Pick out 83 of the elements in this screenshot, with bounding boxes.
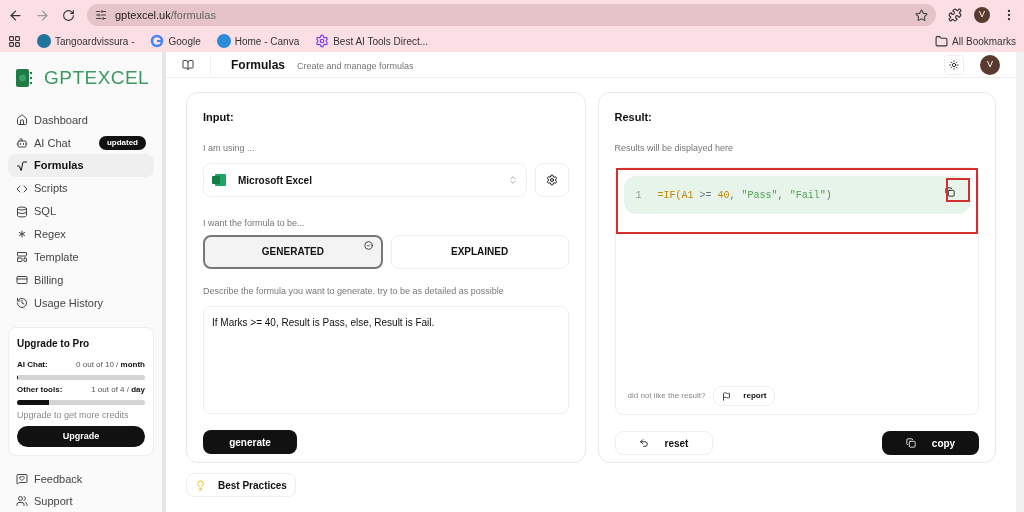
- generate-button[interactable]: generate: [203, 430, 297, 454]
- nav-item[interactable]: Feedback: [8, 468, 154, 490]
- wordpress-icon: [37, 34, 51, 48]
- quota-value: 0 out of 10 / month: [76, 358, 145, 371]
- field-label: Describe the formula you want to generate. try to be as detailed as possible: [203, 284, 505, 298]
- nav-item[interactable]: Formulas: [8, 154, 154, 178]
- all-bookmarks-item[interactable]: All Bookmarks: [935, 33, 1016, 49]
- app-select[interactable]: Microsoft Excel: [203, 163, 527, 197]
- formula-code: =IF(A1 >= 40, "Pass", "Fail"): [657, 188, 832, 203]
- nav-item[interactable]: AI Chat updated: [8, 131, 154, 155]
- report-button[interactable]: report: [713, 386, 776, 406]
- line-number: 1: [635, 188, 642, 203]
- chat-heart-icon: [16, 473, 28, 485]
- history-icon: [16, 297, 28, 310]
- sun-icon: [949, 59, 959, 70]
- quota-label: AI Chat:: [17, 358, 48, 371]
- reset-button[interactable]: reset: [614, 431, 713, 455]
- bookmark-item[interactable]: Google: [150, 33, 201, 49]
- bot-icon: [16, 136, 28, 149]
- url-text: gptexcel.uk/formulas: [115, 7, 217, 23]
- description-field[interactable]: If Marks >= 40, Result is Pass, else, Result is Fail.: [203, 306, 569, 414]
- copy-icon: [905, 438, 916, 448]
- page-title: Formulas: [231, 56, 285, 74]
- quota-label: Other tools:: [17, 383, 63, 396]
- bookmark-item[interactable]: Home - Canva: [216, 33, 300, 49]
- chevrons-icon: [507, 175, 518, 185]
- nav-item[interactable]: Dashboard: [8, 108, 154, 132]
- upgrade-title: Upgrade to Pro: [17, 336, 91, 351]
- upgrade-button[interactable]: Upgrade: [17, 426, 145, 447]
- check-icon: [363, 240, 373, 250]
- theme-toggle[interactable]: [944, 54, 964, 75]
- updated-badge: updated: [98, 135, 146, 150]
- canva-icon: [216, 34, 231, 48]
- lightbulb-icon: [195, 479, 206, 491]
- nav-item[interactable]: Usage History: [8, 291, 154, 315]
- address-bar[interactable]: gptexcel.uk/formulas: [87, 4, 936, 26]
- copy-button[interactable]: copy: [882, 431, 979, 455]
- undo-icon: [638, 438, 649, 448]
- nav-item[interactable]: Billing: [8, 268, 154, 292]
- square-root-icon: [16, 159, 28, 172]
- mode-toggle[interactable]: EXPLAINED: [390, 234, 569, 269]
- nav-item[interactable]: Template: [8, 245, 154, 269]
- field-label: I want the formula to be...: [203, 217, 306, 230]
- result-hint: Results will be displayed here: [614, 141, 735, 155]
- users-icon: [16, 495, 28, 507]
- site-settings-icon[interactable]: [95, 9, 107, 21]
- flag-icon: [722, 391, 732, 401]
- logo-text: GPTEXCEL: [44, 66, 150, 90]
- profile-avatar[interactable]: V: [974, 7, 990, 23]
- book-icon[interactable]: [182, 58, 194, 71]
- back-icon[interactable]: [8, 7, 23, 23]
- database-icon: [16, 205, 28, 218]
- settings-button[interactable]: [534, 163, 569, 197]
- bookmark-item[interactable]: Tangoardvissura -: [37, 33, 135, 49]
- card-title: Result:: [614, 110, 653, 125]
- user-avatar[interactable]: V: [980, 54, 1000, 75]
- field-label: I am using ...: [203, 141, 256, 155]
- gear-icon: [315, 34, 330, 48]
- bookmark-star-icon[interactable]: [915, 8, 928, 22]
- reload-icon[interactable]: [62, 8, 75, 22]
- credit-card-icon: [16, 274, 28, 287]
- folder-icon: [935, 34, 949, 48]
- settings-icon: [545, 174, 558, 186]
- bookmark-item[interactable]: Best AI Tools Direct...: [315, 33, 429, 49]
- nav-item[interactable]: Scripts: [8, 177, 154, 201]
- nav-item[interactable]: SQL: [8, 200, 154, 223]
- quota-value: 1 out of 4 / day: [91, 383, 145, 396]
- spreadsheet-icon: [212, 173, 226, 187]
- template-icon: [16, 251, 28, 264]
- extensions-icon[interactable]: [948, 8, 962, 22]
- google-icon: [150, 34, 165, 48]
- apps-icon[interactable]: [8, 34, 21, 48]
- mode-toggle[interactable]: GENERATED: [203, 234, 383, 269]
- page-subtitle: Create and manage formulas: [297, 59, 414, 73]
- copy-code-button[interactable]: [942, 184, 958, 200]
- nav-item[interactable]: Regex: [8, 222, 154, 246]
- nav-item[interactable]: Support: [8, 490, 154, 512]
- upgrade-note: Upgrade to get more credits: [17, 408, 130, 422]
- feedback-prompt: did not like the result?: [627, 390, 706, 402]
- copy-icon: [945, 187, 955, 197]
- home-icon: [16, 113, 28, 126]
- card-title: Input:: [203, 110, 235, 125]
- best-practices-button[interactable]: Best Practices: [186, 473, 296, 497]
